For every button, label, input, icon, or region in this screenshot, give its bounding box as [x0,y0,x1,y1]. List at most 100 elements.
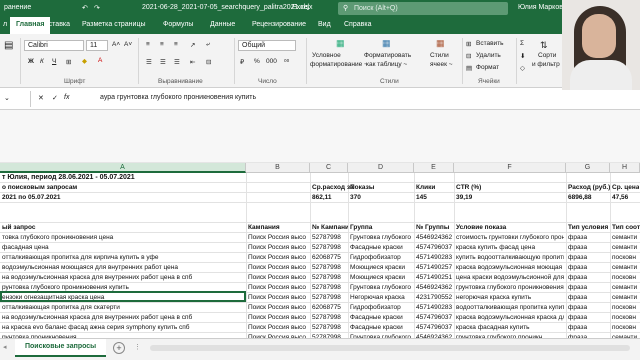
cell-group[interactable]: Грунтовка глубокого [350,233,412,243]
cell-group-no[interactable]: 4571490283 [416,253,454,263]
font-size-select[interactable]: 11 [86,40,108,51]
cell-match-type[interactable]: посковн [612,273,640,283]
redo-icon[interactable]: ↷ [94,4,100,12]
cell-condition[interactable]: краска купить фасад цена [456,243,564,253]
orientation-icon[interactable]: ↗ [190,41,195,49]
cell-campaign[interactable]: Поиск Россия высо [248,243,308,253]
cell-group-no[interactable]: 4571490257 [416,263,454,273]
cond-format-label-1[interactable]: Условное [312,52,341,59]
thousands-icon[interactable]: 000 [266,58,277,65]
cell-condition[interactable]: стоимость грунтовки глубокого проникн [456,233,564,243]
summary-header-cost[interactable]: Расход (руб.) [568,183,610,193]
cell-cond-type[interactable]: фраза [568,253,610,263]
cell-group-no[interactable]: 4546924362 [416,233,454,243]
cell-query[interactable]: на водоэмульсионная краска для внутренни… [2,313,244,323]
enter-icon[interactable]: ✓ [52,94,58,102]
undo-icon[interactable]: ↶ [82,4,88,12]
cell-match-type[interactable]: семанти [612,293,640,303]
delete-button[interactable]: Удалить [476,52,501,59]
decimal-icon[interactable]: ⁰⁰ [284,58,289,66]
cell-styles-label-1[interactable]: Стили [430,52,449,59]
cell-cond-type[interactable]: фраза [568,313,610,323]
cell-query[interactable]: на водоэмульсионная краска для внутренни… [2,273,244,283]
cell-query[interactable]: водоэмульсионная моющаяся для внутренних… [2,263,244,273]
insert-button[interactable]: Вставить [476,40,504,47]
font-name-select[interactable]: Calibri [24,40,84,51]
cell-campaign[interactable]: Поиск Россия высо [248,273,308,283]
summary-header-shows[interactable]: Показы [350,183,374,193]
cond-format-label-2[interactable]: форматирование ~ [310,61,368,68]
table-header-campaign[interactable]: Кампания [248,223,308,233]
cell-group-no[interactable]: 4231790552 [416,293,454,303]
active-cell-selection[interactable] [0,291,246,302]
cell-query[interactable]: фасадная цена [2,243,244,253]
format-button[interactable]: Формат [476,64,499,71]
underline-icon[interactable]: Ч [52,58,56,65]
cell-campaign[interactable]: Поиск Россия высо [248,293,308,303]
tab-page-layout[interactable]: Разметка страницы [82,21,146,28]
cell-group[interactable]: Моющиеся краски [350,263,412,273]
cell-styles-label-2[interactable]: ячеек ~ [430,61,453,68]
cell-match-type[interactable]: семанти [612,263,640,273]
cell-campaign[interactable]: Поиск Россия высо [248,313,308,323]
align-bottom-icon[interactable]: ≡ [174,41,178,48]
cell-match-type[interactable]: посковн [612,303,640,313]
cell-condition[interactable]: краска водоэмульсионная моющая для [456,263,564,273]
borders-icon[interactable]: ⊞ [66,58,71,66]
cell-group-no[interactable]: 4574796037 [416,323,454,333]
cell-group[interactable]: Фасадные краски [350,243,412,253]
cell-campaign-no[interactable]: 62068775 [312,303,348,313]
cell-match-type[interactable]: семанти [612,233,640,243]
italic-icon[interactable]: К [40,58,44,65]
table-header-condition[interactable]: Условие показа [456,223,564,233]
number-format-select[interactable]: Общий [238,40,296,51]
table-header-query[interactable]: ый запрос [2,223,36,233]
cell-group-no[interactable]: 4574796037 [416,313,454,323]
format-table-icon[interactable]: ▦ [382,38,391,49]
formula-input[interactable]: аура грунтовка глубокого проникновения к… [100,94,256,101]
summary-value-avg[interactable]: 47,56 [612,193,628,203]
cell-query[interactable]: товка глубокого проникновения цена [2,233,244,243]
tab-formulas[interactable]: Формулы [163,21,193,28]
cell-match-type[interactable]: посковн [612,323,640,333]
cell-match-type[interactable]: посковн [612,313,640,323]
merge-icon[interactable]: ⊟ [206,58,211,66]
cancel-icon[interactable]: ✕ [38,94,44,102]
grow-font-icon[interactable]: A˄ [112,41,120,48]
clear-icon[interactable]: ◇ [520,64,525,72]
summary-header-ctr[interactable]: CTR (%) [456,183,481,193]
period-label[interactable]: 2021 по 05.07.2021 [2,193,61,203]
wrap-text-icon[interactable]: ⤶ [206,41,210,49]
format-icon[interactable]: ▤ [466,64,472,72]
summary-value-shows[interactable]: 370 [350,193,361,203]
cell-group[interactable]: Фасадные краски [350,313,412,323]
cell-cond-type[interactable]: фраза [568,323,610,333]
sort-filter-icon[interactable]: ⇅ [540,40,548,51]
insert-icon[interactable]: ⊞ [466,40,471,48]
fill-color-icon[interactable]: ◆ [82,57,87,65]
indent-icon[interactable]: ⇤ [190,58,195,66]
cell-campaign[interactable]: Поиск Россия высо [248,283,308,293]
cell-condition[interactable]: краска водоэмульсионная краска для вн [456,313,564,323]
cell-campaign-no[interactable]: 52787998 [312,273,348,283]
cell-group-no[interactable]: 4546924362 [416,283,454,293]
cell-group[interactable]: Гидрофобизатор [350,253,412,263]
cell-campaign[interactable]: Поиск Россия высо [248,233,308,243]
add-sheet-button[interactable]: + [113,342,125,354]
font-color-icon[interactable]: A [98,57,102,64]
cond-format-icon[interactable]: ▦ [336,38,345,49]
cell-cond-type[interactable]: фраза [568,293,610,303]
cell-group-no[interactable]: 4571490283 [416,303,454,313]
bold-icon[interactable]: Ж [28,58,34,65]
currency-icon[interactable]: ₽ [240,58,244,66]
cell-cond-type[interactable]: фраза [568,233,610,243]
autosum-icon[interactable]: Σ [520,40,524,47]
tab-data[interactable]: Данные [210,21,235,28]
table-header-group-no[interactable]: № Группы [416,223,454,233]
format-table-label-2[interactable]: как таблицу ~ [366,61,407,68]
cell-campaign-no[interactable]: 52787998 [312,263,348,273]
sort-filter-label-2[interactable]: и фильтр [532,61,560,68]
summary-header-spend[interactable]: Ср.расход за [312,183,354,193]
column-header-h[interactable]: H [610,163,640,173]
cell-condition[interactable]: краска фасадная купить [456,323,564,333]
